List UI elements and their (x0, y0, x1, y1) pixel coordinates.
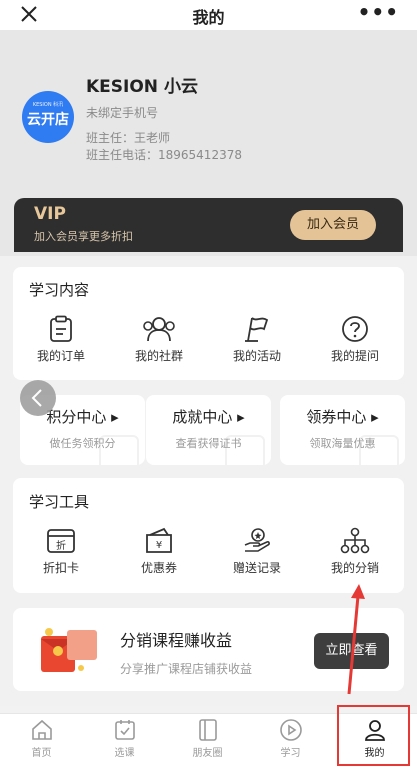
play-icon (279, 719, 302, 741)
avatar-brand: KESION 科汛 (32, 102, 64, 108)
points-center-subtitle: 做任务领积分 (49, 437, 116, 450)
tab-courses[interactable]: 选课 (83, 718, 166, 759)
my-orders-label: 我的订单 (36, 349, 85, 363)
tab-study[interactable]: 学习 (249, 718, 332, 759)
teacher-name: 班主任：王老师 (86, 131, 171, 145)
achievement-center-title: 成就中心 ▸ (172, 408, 245, 426)
highlight-box (337, 705, 410, 766)
achievement-center-subtitle: 查看获得证书 (175, 437, 242, 450)
scroll-left-button[interactable] (20, 380, 56, 416)
view-now-button[interactable]: 立即查看 (314, 633, 389, 669)
coupon-icon: ¥ (146, 527, 172, 553)
learning-tools-title: 学习工具 (29, 493, 90, 511)
coupon-center-title: 领券中心 ▸ (306, 408, 379, 426)
discount-card-item[interactable]: 折 折扣卡 (16, 527, 106, 576)
phone-status[interactable]: 未绑定手机号 (86, 104, 158, 121)
coupon-item[interactable]: ¥ 优惠券 (114, 527, 204, 576)
page-title: 我的 (192, 8, 225, 27)
discount-card-icon: 折 (47, 529, 75, 553)
learning-tools-card: 学习工具 折 折扣卡 ¥ 优惠券 赠送记录 我的分销 (13, 478, 404, 593)
course-icon (114, 720, 135, 740)
clipboard-icon (50, 315, 72, 342)
group-icon (143, 317, 175, 342)
flag-icon (245, 317, 269, 342)
more-menu-button[interactable]: ••• (358, 0, 399, 24)
discount-card-label: 折扣卡 (42, 561, 79, 575)
my-orders-item[interactable]: 我的订单 (16, 315, 106, 364)
chevron-left-icon (31, 389, 42, 407)
user-name: KESION 小云 (86, 77, 198, 97)
join-member-button[interactable]: 加入会员 (290, 210, 376, 240)
distribution-promo-card[interactable]: 分销课程赚收益 分享推广课程店铺获收益 立即查看 (13, 608, 404, 691)
tab-courses-label: 选课 (114, 748, 135, 759)
tab-moments-label: 朋友圈 (192, 748, 223, 759)
my-questions-label: 我的提问 (330, 349, 379, 363)
svg-text:折: 折 (56, 539, 66, 552)
coupon-label: 优惠券 (140, 561, 177, 575)
gift-record-icon (244, 528, 270, 552)
tab-study-label: 学习 (280, 748, 301, 759)
vip-subtitle: 加入会员享更多折扣 (34, 230, 133, 243)
teacher-phone: 班主任电话：18965412378 (86, 148, 242, 162)
promo-subtitle: 分享推广课程店铺获收益 (120, 662, 253, 676)
gift-record-item[interactable]: 赠送记录 (212, 527, 302, 576)
question-icon (342, 316, 368, 342)
distribution-icon (340, 527, 370, 554)
my-activities-item[interactable]: 我的活动 (212, 315, 302, 364)
avatar-text: 云开店 (27, 112, 69, 128)
achievement-center-card[interactable]: 成就中心 ▸ 查看获得证书 (146, 395, 271, 465)
coupon-center-subtitle: 领取海量优惠 (309, 437, 376, 450)
tab-home[interactable]: 首页 (0, 718, 83, 759)
svg-text:¥: ¥ (156, 540, 162, 551)
red-envelope-icon (41, 628, 97, 672)
my-groups-item[interactable]: 我的社群 (114, 315, 204, 364)
my-groups-label: 我的社群 (134, 349, 183, 363)
coupon-center-card[interactable]: 领券中心 ▸ 领取海量优惠 (280, 395, 405, 465)
avatar[interactable]: KESION 科汛 云开店 (22, 91, 74, 143)
my-distribution-item[interactable]: 我的分销 (310, 527, 400, 576)
vip-title: VIP (34, 204, 66, 224)
promo-title: 分销课程赚收益 (120, 631, 233, 650)
gift-record-label: 赠送记录 (232, 561, 281, 575)
vip-banner: VIP 加入会员享更多折扣 加入会员 (14, 198, 403, 252)
study-content-card: 学习内容 我的订单 我的社群 我的活动 我的提问 (13, 267, 404, 380)
my-activities-label: 我的活动 (232, 349, 281, 363)
my-distribution-label: 我的分销 (330, 561, 379, 575)
study-content-title: 学习内容 (29, 281, 90, 299)
tab-moments[interactable]: 朋友圈 (166, 718, 249, 759)
my-questions-item[interactable]: 我的提问 (310, 315, 400, 364)
tab-home-label: 首页 (31, 748, 52, 759)
top-bar: 我的 ••• (0, 0, 417, 30)
moments-icon (198, 719, 217, 741)
home-icon (31, 719, 52, 740)
